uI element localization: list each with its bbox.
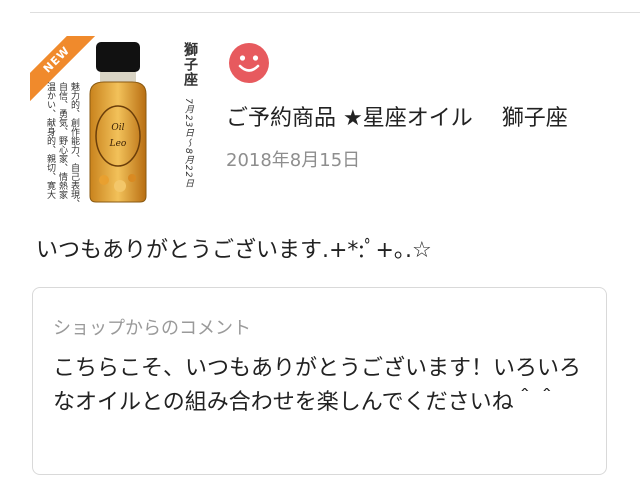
bottle-label-leo: Leo bbox=[109, 139, 127, 149]
smiley-face-icon[interactable] bbox=[228, 42, 270, 84]
trait-line: 自信、勇気、野心家、情熱家 bbox=[57, 82, 67, 199]
review-date: 2018年8月15日 bbox=[226, 150, 361, 171]
shop-comment-box: ショップからのコメント こちらこそ、いつもありがとうございます！いろいろなオイル… bbox=[32, 287, 607, 475]
shop-comment-label: ショップからのコメント bbox=[53, 318, 251, 339]
trait-line: 魅力的、創作能力、自己表現、 bbox=[69, 82, 79, 208]
item-title-link[interactable]: ご予約商品 ★星座オイル 獅子座 bbox=[226, 100, 606, 132]
trait-line: 温かい、献身的、親切、寛大 bbox=[45, 82, 55, 199]
sign-date-range: 7月23日〜8月22日 bbox=[183, 98, 193, 189]
review-comment: いつもありがとうございます.+*:ﾟ+｡.☆ bbox=[36, 238, 432, 263]
oil-bottle-image: Oil Leo bbox=[89, 42, 147, 203]
top-divider bbox=[30, 12, 640, 13]
shop-reply-text: こちらこそ、いつもありがとうございます！いろいろなオイルとの組み合わせを楽しんで… bbox=[53, 356, 582, 415]
sign-name: 獅子座 bbox=[182, 42, 198, 87]
bottle-label-oil: Oil bbox=[111, 123, 124, 133]
product-thumbnail[interactable]: NEW Oil Leo 獅子座 7月23日〜8月22日 魅力的、創作能力、自己表… bbox=[30, 36, 202, 208]
